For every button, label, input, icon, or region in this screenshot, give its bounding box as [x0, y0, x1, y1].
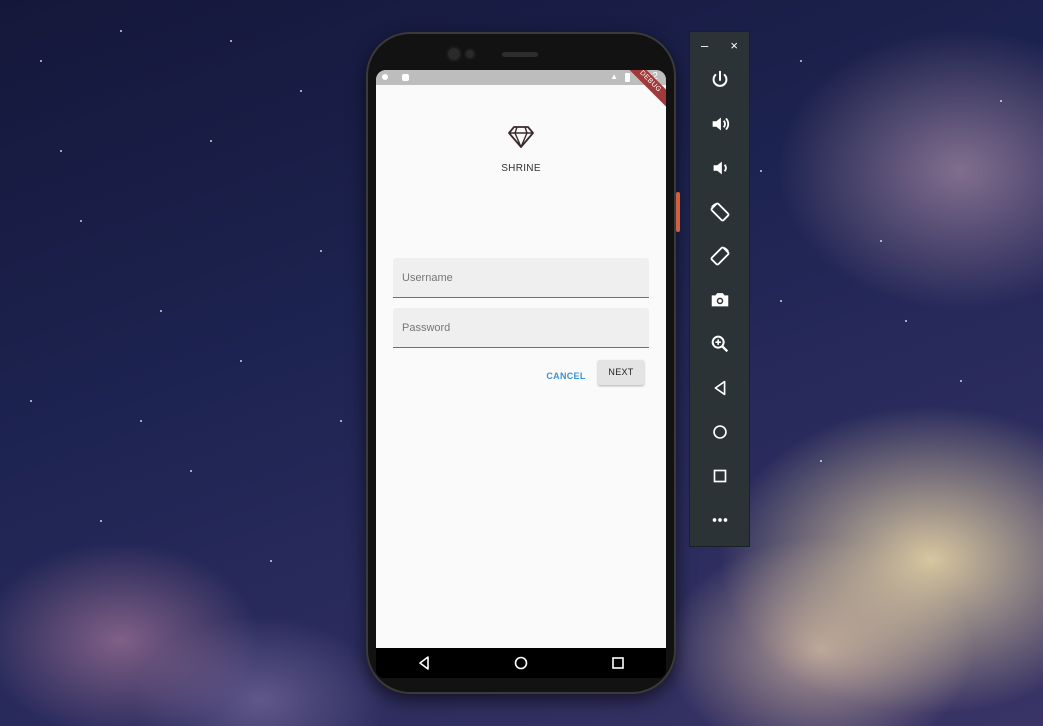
next-button[interactable]: NEXT	[598, 360, 644, 385]
side-button[interactable]	[676, 192, 680, 232]
power-icon[interactable]	[690, 58, 749, 102]
earpiece-speaker	[502, 52, 538, 57]
rotate-left-icon[interactable]	[690, 190, 749, 234]
status-bar: ▲ 11:2	[376, 70, 666, 85]
overview-icon[interactable]	[690, 454, 749, 498]
cancel-button[interactable]: CANCEL	[542, 364, 590, 388]
phone-frame: ▲ 11:2 DEBUG SHRINE Username Password CA…	[366, 32, 680, 694]
password-placeholder: Password	[402, 322, 451, 334]
more-icon[interactable]	[690, 498, 749, 542]
emulator-control-panel: – ×	[689, 31, 750, 547]
close-button[interactable]: ×	[730, 38, 738, 53]
username-placeholder: Username	[402, 272, 453, 284]
battery-icon	[625, 73, 630, 82]
sensor	[466, 50, 474, 58]
volume-down-icon[interactable]	[690, 146, 749, 190]
notification-icon	[382, 74, 388, 80]
nav-back-icon[interactable]	[404, 648, 444, 678]
rotate-right-icon[interactable]	[690, 234, 749, 278]
volume-up-icon[interactable]	[690, 102, 749, 146]
android-nav-bar	[376, 648, 666, 678]
panel-title-bar: – ×	[690, 32, 749, 58]
notification-icon	[402, 74, 409, 81]
minimize-button[interactable]: –	[701, 38, 708, 53]
front-camera	[448, 48, 460, 60]
signal-icon: ▲	[610, 72, 618, 81]
zoom-icon[interactable]	[690, 322, 749, 366]
diamond-icon	[508, 126, 534, 148]
nav-home-icon[interactable]	[501, 648, 541, 678]
password-field[interactable]: Password	[393, 308, 649, 348]
brand-name: SHRINE	[501, 163, 541, 174]
back-icon[interactable]	[690, 366, 749, 410]
app-screen: ▲ 11:2 DEBUG SHRINE Username Password CA…	[376, 70, 666, 648]
home-icon[interactable]	[690, 410, 749, 454]
nav-overview-icon[interactable]	[598, 648, 638, 678]
camera-icon[interactable]	[690, 278, 749, 322]
username-field[interactable]: Username	[393, 258, 649, 298]
